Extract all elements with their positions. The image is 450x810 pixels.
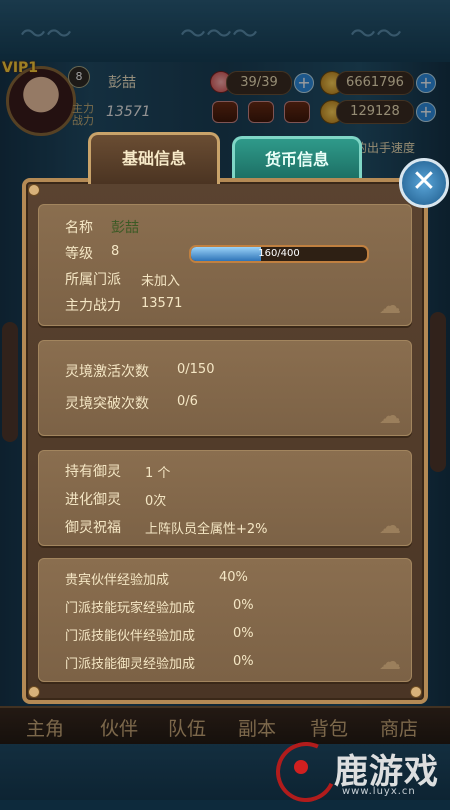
spirit-bless-label: 御灵祝福 [65, 520, 121, 536]
watermark-url: www.luyx.cn [342, 786, 416, 797]
tab-currency-info[interactable]: 货币信息 [232, 136, 362, 180]
player-info-panel: ☁ 名称 彭喆 等级 8 160/400 所属门派 未加入 主力战力 13571… [22, 178, 428, 704]
power-label: 主力战力 [65, 298, 121, 314]
sect-spirit-exp-value: 0% [233, 654, 254, 669]
vip-partner-exp-label: 贵宾伙伴经验加成 [65, 573, 170, 588]
sect-value: 未加入 [141, 274, 181, 289]
spirit-evolve-value: 0次 [145, 494, 167, 509]
realm-breakthrough-value: 0/6 [177, 394, 198, 409]
name-label: 名称 [65, 220, 93, 236]
exp-progress-bar: 160/400 [189, 245, 369, 263]
basic-info-section: ☁ 名称 彭喆 等级 8 160/400 所属门派 未加入 主力战力 13571 [38, 204, 412, 326]
watermark-logo-dot [294, 760, 308, 774]
realm-section: ☁ 灵境激活次数 0/150 灵境突破次数 0/6 [38, 340, 412, 436]
spirit-bless-value: 上阵队员全属性+2% [145, 522, 268, 537]
sect-partner-exp-label: 门派技能伙伴经验加成 [65, 629, 196, 644]
frame-corner-rivet [28, 184, 40, 196]
frame-corner-rivet [410, 686, 422, 698]
name-value: 彭喆 [111, 220, 139, 236]
spirit-section: ☁ 持有御灵 1 个 进化御灵 0次 御灵祝福 上阵队员全属性+2% [38, 450, 412, 546]
sect-spirit-exp-label: 门派技能御灵经验加成 [65, 657, 196, 672]
sect-player-exp-value: 0% [233, 598, 254, 613]
sect-label: 所属门派 [65, 272, 121, 288]
frame-corner-rivet [28, 686, 40, 698]
cloud-ornament: ☁ [379, 294, 401, 319]
sect-partner-exp-value: 0% [233, 626, 254, 641]
realm-activate-label: 灵境激活次数 [65, 364, 149, 380]
spirit-owned-label: 持有御灵 [65, 464, 121, 480]
cloud-ornament: ☁ [379, 650, 401, 675]
vip-partner-exp-value: 40% [219, 570, 248, 585]
realm-breakthrough-label: 灵境突破次数 [65, 396, 149, 412]
exp-progress-text: 160/400 [258, 248, 300, 259]
spirit-evolve-label: 进化御灵 [65, 492, 121, 508]
cloud-ornament: ☁ [379, 404, 401, 429]
tab-basic-info[interactable]: 基础信息 [88, 132, 220, 184]
level-value: 8 [111, 244, 120, 259]
power-value: 13571 [141, 296, 183, 311]
close-button[interactable]: ✕ [399, 158, 449, 208]
level-label: 等级 [65, 246, 93, 262]
cloud-ornament: ☁ [379, 514, 401, 539]
realm-activate-value: 0/150 [177, 362, 215, 377]
spirit-owned-value: 1 个 [145, 466, 171, 481]
sect-player-exp-label: 门派技能玩家经验加成 [65, 601, 196, 616]
exp-bonus-section: ☁ 贵宾伙伴经验加成 40% 门派技能玩家经验加成 0% 门派技能伙伴经验加成 … [38, 558, 412, 682]
